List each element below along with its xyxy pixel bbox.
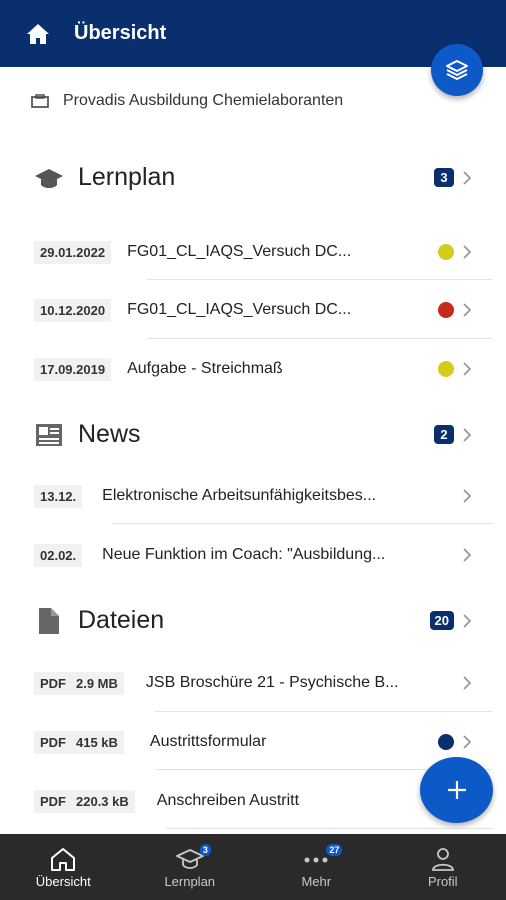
nav-item-lernplan[interactable]: 3 Lernplan [127,834,254,900]
file-icon [39,607,59,634]
divider [147,338,492,339]
chevron-right-icon [463,427,472,442]
file-size: 415 kB [76,734,118,750]
nav-label: Mehr [301,873,332,889]
item-label: Neue Funktion im Coach: "Ausbildung... [102,546,386,563]
newspaper-icon [36,423,62,446]
news-count-badge: 2 [434,425,454,444]
lernplan-item[interactable]: 10.12.2020 FG01_CL_IAQS_Versuch DC... [34,290,472,330]
dateien-count-badge: 20 [429,611,454,630]
person-icon [431,847,454,871]
status-dot [438,244,454,260]
file-size: 2.9 MB [76,675,118,691]
news-section-header[interactable]: News 2 [34,420,472,449]
item-label: Aufgabe - Streichmaß [127,360,283,377]
item-label: FG01_CL_IAQS_Versuch DC... [127,243,352,260]
file-type: PDF [40,734,66,750]
item-date: 10.12.2020 [34,298,112,322]
file-type: PDF [40,793,66,809]
divider [147,279,492,280]
divider [166,828,492,829]
chevron-right-icon [463,303,472,317]
item-label: Elektronische Arbeitsunfähigkeitsbes... [102,487,377,504]
chevron-right-icon [463,735,472,749]
item-date: 13.12. [34,484,83,508]
layers-button[interactable] [431,44,483,96]
bottom-navigation: Übersicht 3 Lernplan 27 Mehr Profil [0,834,506,900]
lernplan-item[interactable]: 29.01.2022 FG01_CL_IAQS_Versuch DC... [34,232,472,272]
file-meta: PDF 415 kB [34,730,124,754]
lernplan-item[interactable]: 17.09.2019 Aufgabe - Streichmaß [34,349,472,389]
graduation-cap-icon [35,168,63,188]
lernplan-section-header[interactable]: Lernplan 3 [34,163,472,192]
news-title: News [78,420,141,448]
file-meta: PDF 220.3 kB [34,789,135,813]
home-icon [51,847,76,871]
news-item[interactable]: 13.12. Elektronische Arbeitsunfähigkeits… [34,476,472,516]
organization-name: Provadis Ausbildung Chemielaboranten [63,92,344,109]
add-button[interactable] [420,757,493,823]
lernplan-title: Lernplan [78,163,176,191]
nav-badge: 27 [326,844,343,856]
chevron-right-icon [463,548,472,562]
chevron-right-icon [463,676,472,690]
nav-label: Übersicht [35,873,91,889]
divider [112,523,492,524]
nav-item-mehr[interactable]: 27 Mehr [253,834,380,900]
file-item[interactable]: PDF 220.3 kB Anschreiben Austritt [34,781,472,821]
nav-label: Profil [427,873,458,889]
nav-label: Lernplan [164,873,216,889]
chevron-right-icon [463,362,472,376]
page-title: Übersicht [74,22,167,44]
plus-icon [447,781,466,799]
app-header: Übersicht [0,0,506,67]
home-icon[interactable] [26,23,50,45]
lernplan-count-badge: 3 [434,168,454,187]
chevron-right-icon [463,170,472,185]
item-date: 17.09.2019 [34,357,112,381]
nav-item-profil[interactable]: Profil [380,834,506,900]
file-item[interactable]: PDF 415 kB Austrittsformular [34,722,472,762]
briefcase-icon [31,94,49,108]
dateien-section-header[interactable]: Dateien 20 [34,606,472,635]
news-item[interactable]: 02.02. Neue Funktion im Coach: "Ausbildu… [34,535,472,575]
file-size: 220.3 kB [76,793,129,809]
item-date: 29.01.2022 [34,240,112,264]
item-label: FG01_CL_IAQS_Versuch DC... [127,301,352,318]
status-dot [438,302,454,318]
chevron-right-icon [463,245,472,259]
organization-selector[interactable]: Provadis Ausbildung Chemielaboranten [31,92,343,110]
item-label: JSB Broschüre 21 - Psychische B... [145,674,399,691]
item-label: Austrittsformular [149,733,267,750]
dateien-title: Dateien [78,606,165,634]
file-item[interactable]: PDF 2.9 MB JSB Broschüre 21 - Psychische… [34,663,472,703]
divider [155,711,492,712]
status-dot [438,734,454,750]
item-label: Anschreiben Austritt [156,792,300,809]
nav-badge: 3 [199,844,211,856]
file-type: PDF [40,675,66,691]
file-meta: PDF 2.9 MB [34,671,124,695]
layers-icon [446,60,468,80]
item-date: 02.02. [34,543,83,567]
chevron-right-icon [463,613,472,628]
status-dot [438,361,454,377]
chevron-right-icon [463,489,472,503]
nav-item-uebersicht[interactable]: Übersicht [0,834,127,900]
